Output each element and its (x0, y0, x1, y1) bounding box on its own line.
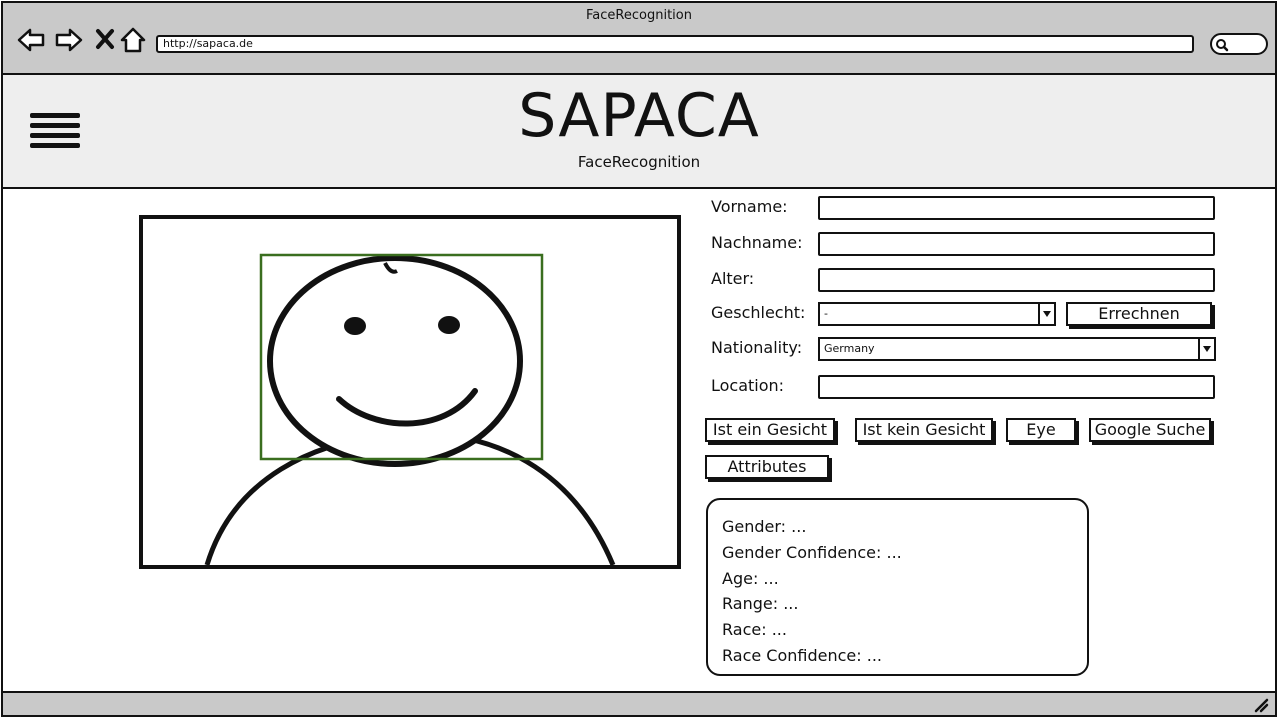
forward-arrow-icon[interactable] (54, 25, 84, 55)
google-suche-button[interactable]: Google Suche (1089, 418, 1211, 442)
window-title: FaceRecognition (586, 8, 692, 23)
gender-confidence-result: Gender Confidence: ... (722, 542, 902, 562)
gender-result: Gender: ... (722, 517, 807, 536)
url-input[interactable]: http://sapaca.de (156, 35, 1194, 53)
age-result: Age: ... (722, 568, 779, 588)
browser-window: FaceRecognition http://sapaca.de SAPACA … (1, 1, 1277, 717)
location-input[interactable] (818, 375, 1215, 399)
geschlecht-label: Geschlecht: (711, 303, 806, 322)
browser-search-field[interactable] (1210, 33, 1268, 55)
nachname-label: Nachname: (711, 233, 803, 252)
nationality-label: Nationality: (711, 338, 803, 357)
chevron-down-icon[interactable] (1038, 304, 1054, 324)
brand-title: SAPACA (518, 81, 760, 151)
browser-toolbar: FaceRecognition http://sapaca.de (3, 3, 1275, 75)
smiley-sketch (204, 253, 616, 565)
resize-grip-icon[interactable] (1253, 697, 1269, 713)
brand-subtitle: FaceRecognition (577, 153, 701, 171)
ist-ein-gesicht-button[interactable]: Ist ein Gesicht (705, 418, 835, 442)
status-bar (3, 691, 1275, 715)
errechnen-button[interactable]: Errechnen (1066, 302, 1212, 326)
face-photo (139, 215, 681, 569)
app-header: SAPACA FaceRecognition (3, 75, 1275, 189)
close-icon[interactable] (91, 25, 121, 55)
vorname-label: Vorname: (711, 197, 788, 216)
nachname-input[interactable] (818, 232, 1215, 256)
back-arrow-icon[interactable] (16, 25, 46, 55)
nationality-select[interactable]: Germany (818, 337, 1216, 361)
alter-label: Alter: (711, 269, 755, 288)
home-icon[interactable] (118, 25, 148, 55)
range-result: Range: ... (722, 594, 799, 614)
search-icon (1216, 39, 1229, 52)
ist-kein-gesicht-button[interactable]: Ist kein Gesicht (855, 418, 993, 442)
attributes-results-panel: Gender: ... Gender Confidence: ... Age: … (706, 498, 1089, 676)
race-result: Race: ... (722, 620, 787, 640)
chevron-down-icon[interactable] (1198, 339, 1214, 359)
nationality-value: Germany (824, 342, 875, 355)
vorname-input[interactable] (818, 196, 1215, 220)
location-label: Location: (711, 376, 785, 395)
race-confidence-result: Race Confidence: ... (722, 645, 882, 665)
attributes-button[interactable]: Attributes (705, 455, 829, 479)
geschlecht-value: - (824, 307, 828, 320)
eye-button[interactable]: Eye (1006, 418, 1076, 442)
geschlecht-select[interactable]: - (818, 302, 1056, 326)
alter-input[interactable] (818, 268, 1215, 292)
